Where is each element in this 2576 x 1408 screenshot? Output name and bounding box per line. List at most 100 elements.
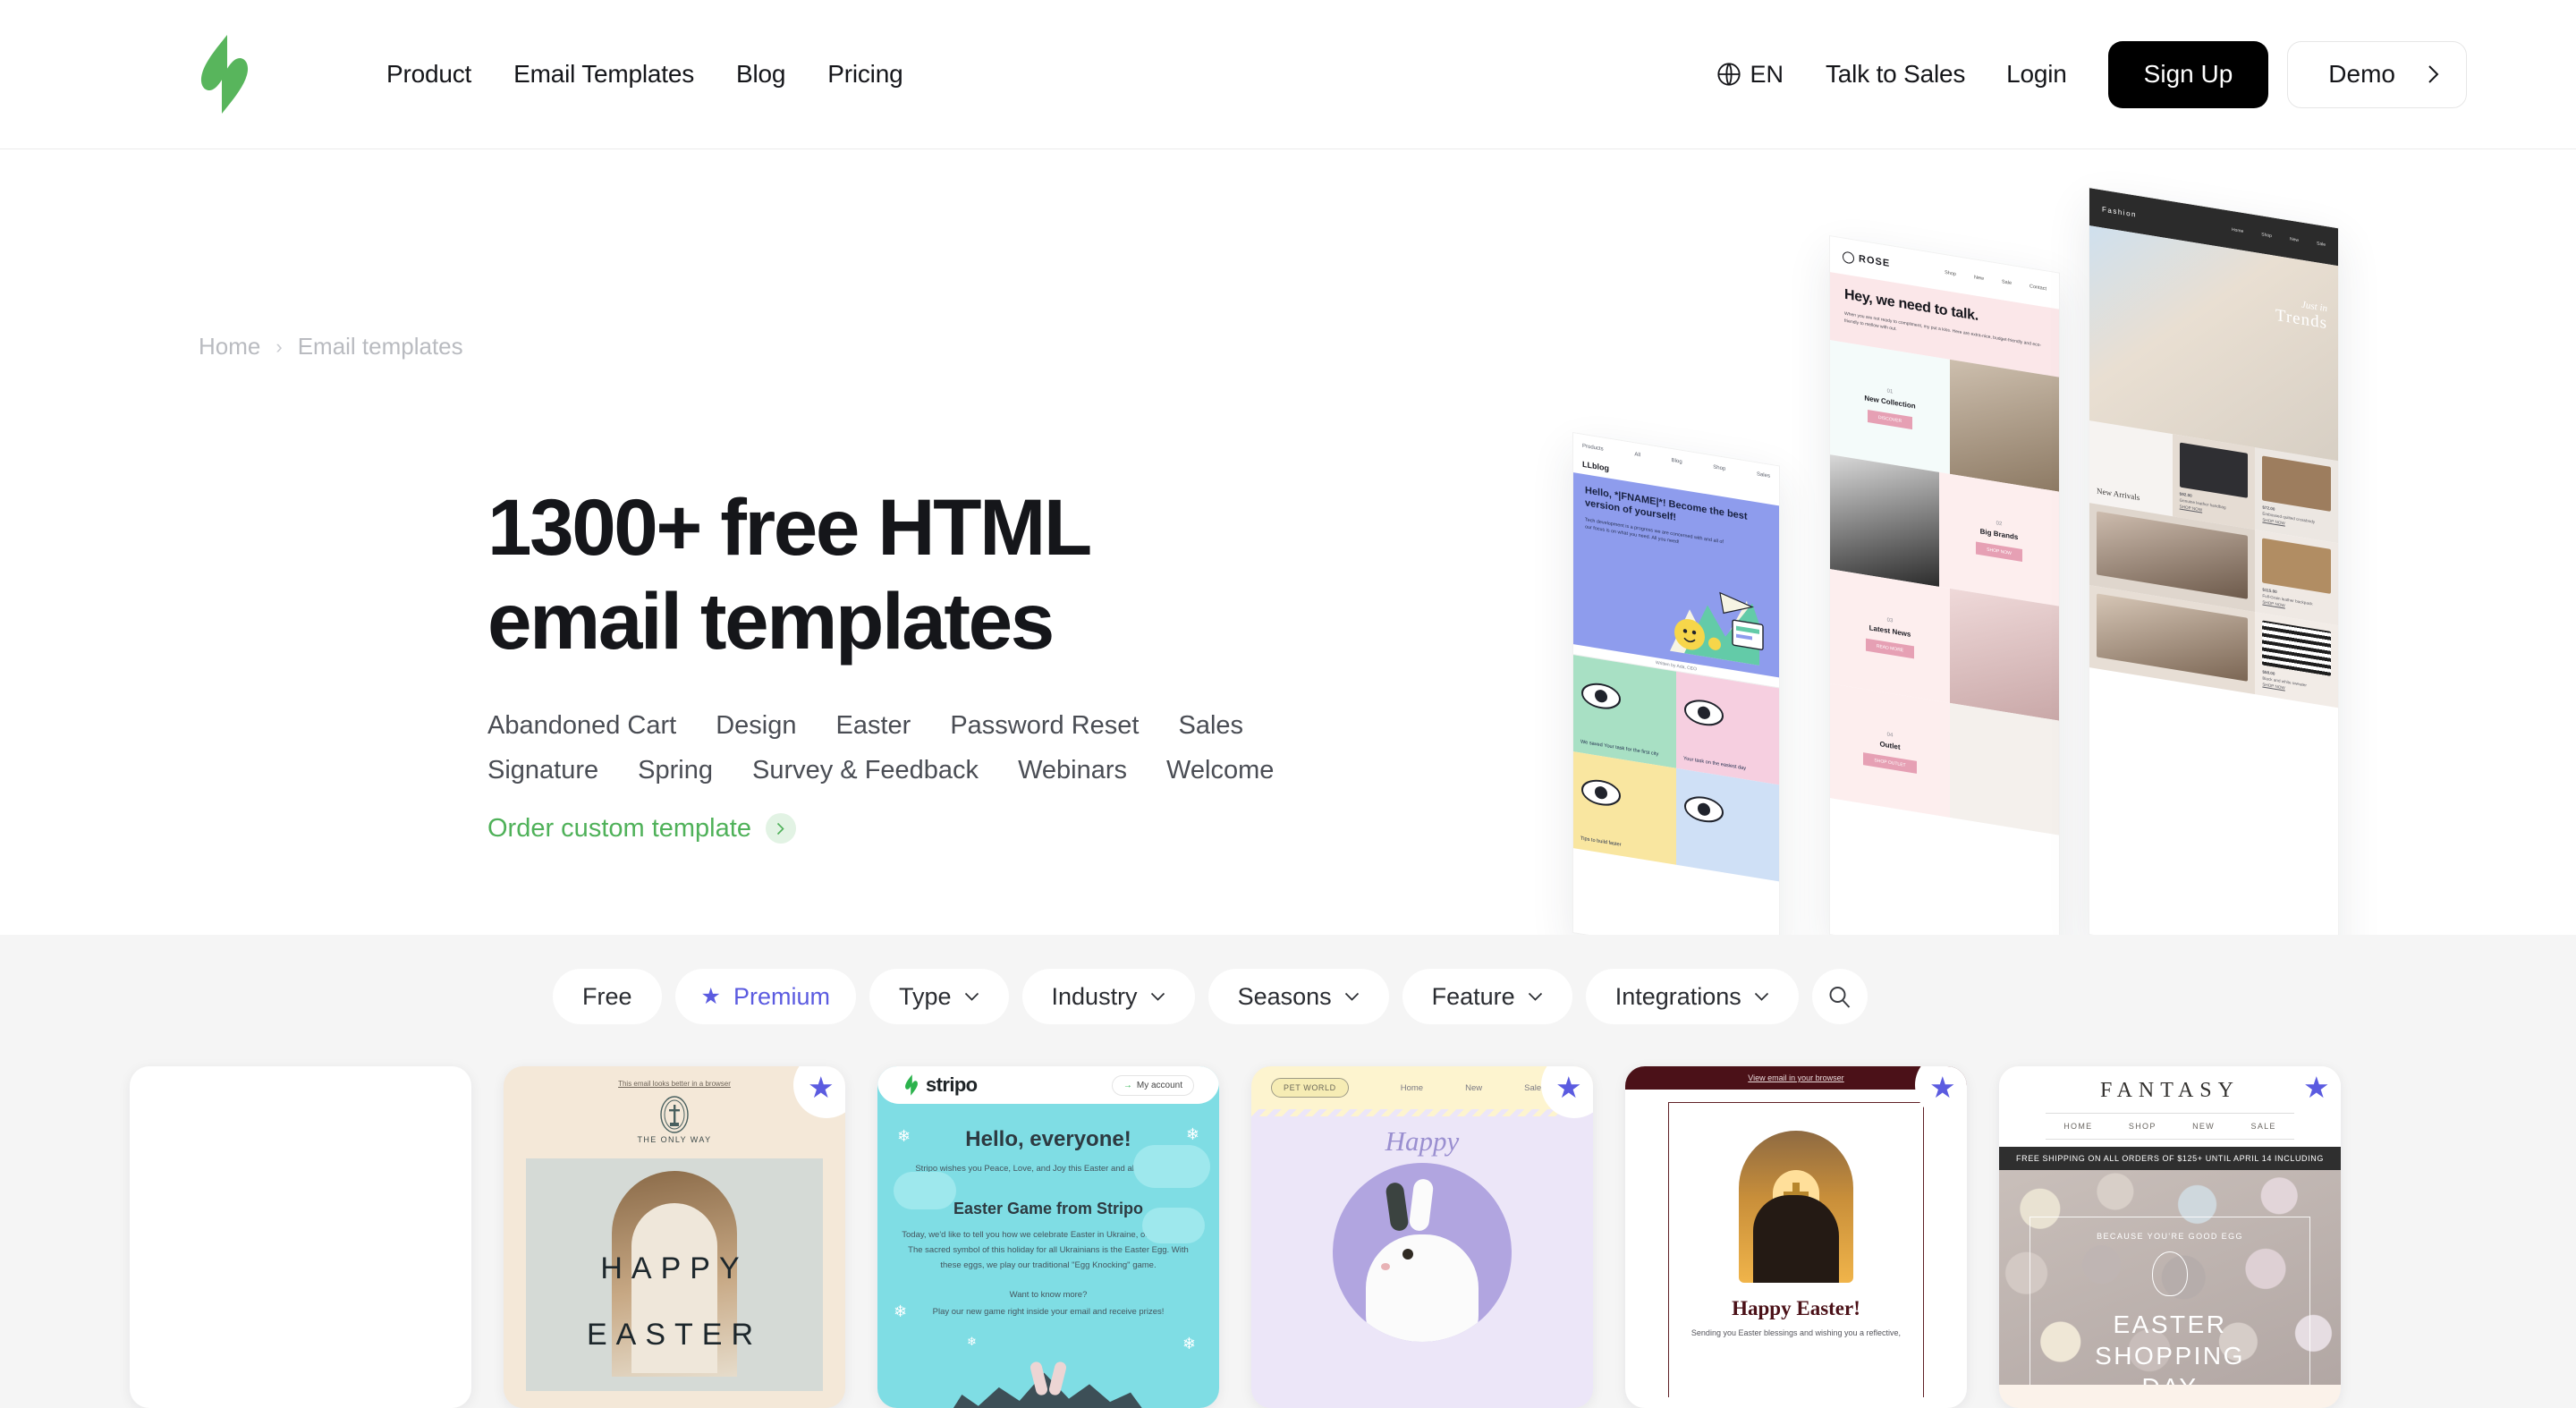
demo-button[interactable]: Demo (2287, 40, 2467, 108)
hero-tag-design[interactable]: Design (716, 711, 796, 741)
mock3-product-1-cta: SHOP NOW (2262, 517, 2285, 526)
sign-up-button[interactable]: Sign Up (2107, 40, 2269, 108)
mock1-body: Tech development is a progress we are co… (1585, 516, 1724, 545)
template-card[interactable]: ★ PET WORLD Home New Sale Happy (1251, 1066, 1593, 1408)
mock3-headline-big: Trends (2275, 305, 2327, 334)
mock3-product-2: $115.00 Full-Grain leather backpack SHOP… (2255, 530, 2338, 626)
card5-body: Sending you Easter blessings and wishing… (1690, 1328, 1902, 1337)
hero-tag-list: Abandoned Cart Design Easter Password Re… (487, 711, 1319, 785)
mock2-headline: Hey, we need to talk. (1844, 286, 1979, 325)
talk-to-sales-link[interactable]: Talk to Sales (1826, 60, 1965, 89)
template-card[interactable]: ★ FANTASY HOME SHOP NEW SALE FREE SHIPPI… (1999, 1066, 2341, 1408)
mock3-product-0-desc: Genuine leather handbag (2179, 497, 2226, 511)
easter-egg-icon (2152, 1251, 2188, 1296)
premium-badge: ★ (793, 1066, 845, 1118)
eye-icon (1581, 683, 1621, 709)
card4-brand: PET WORLD (1271, 1078, 1349, 1098)
card6-title-2: SHOPPING (2095, 1342, 2245, 1370)
order-custom-template-link[interactable]: Order custom template (487, 813, 796, 844)
filter-integrations[interactable]: Integrations (1585, 969, 1799, 1024)
hero-tag-sales[interactable]: Sales (1178, 711, 1243, 741)
language-switcher[interactable]: EN (1716, 61, 1784, 89)
hero-tag-welcome[interactable]: Welcome (1166, 756, 1274, 785)
hero-tag-easter[interactable]: Easter (836, 711, 911, 741)
card6-title-1: EASTER (2113, 1310, 2227, 1338)
mock3-menu: Home Shop New Sale (2232, 227, 2326, 248)
account-arrow-icon: → (1123, 1080, 1132, 1090)
filter-free[interactable]: Free (553, 969, 662, 1024)
nav-item-blog[interactable]: Blog (736, 60, 785, 89)
nav-item-pricing[interactable]: Pricing (827, 60, 902, 89)
mock2-menu-2: Sale (2002, 279, 2012, 287)
mock3-menu-2: New (2289, 236, 2299, 244)
mock3-product-3-desc: Black and white sweater (2262, 675, 2307, 688)
hero-tag-webinars[interactable]: Webinars (1018, 756, 1127, 785)
mock2-row-3-image (1950, 702, 2059, 835)
filter-type[interactable]: Type (869, 969, 1009, 1024)
card5-hand-silhouette (1753, 1195, 1839, 1283)
mock1-illustration-icon (1670, 591, 1764, 666)
nav-item-product[interactable]: Product (386, 60, 471, 89)
card6-overlay: BECAUSE YOU'RE GOOD EGG EASTER SHOPPING … (2029, 1217, 2310, 1385)
snowflake-icon: ❄ (967, 1335, 977, 1348)
hero-tag-survey-feedback[interactable]: Survey & Feedback (752, 756, 979, 785)
mock1-headline: Hello, *|FNAME|*! Become the best versio… (1585, 485, 1748, 523)
breadcrumb-current: Email templates (297, 333, 463, 360)
mock1-cell-1-text: Your task on the easiest day (1683, 755, 1747, 772)
mock2-row-0-num: 01 (1886, 387, 1894, 395)
filter-feature[interactable]: Feature (1402, 969, 1572, 1024)
mock2-row-1-num: 02 (1996, 520, 2003, 527)
card4-bunny-photo (1333, 1163, 1512, 1342)
header-actions: EN Talk to Sales Login Sign Up Demo (1716, 40, 2537, 108)
mock1-hero: Hello, *|FNAME|*! Become the best versio… (1573, 472, 1779, 678)
mock1-menu-4: Sales (1756, 471, 1770, 479)
login-link[interactable]: Login (2006, 60, 2067, 89)
breadcrumb-home[interactable]: Home (199, 333, 260, 360)
mock3-product-3: $58.00 Black and white sweater SHOP NOW (2255, 612, 2338, 708)
template-card[interactable]: ★ This email looks better in a browser T… (504, 1066, 845, 1408)
mock3-hero-image: Just in Trends (2089, 225, 2338, 462)
card3-account-button: → My account (1111, 1074, 1194, 1096)
filter-seasons[interactable]: Seasons (1208, 969, 1389, 1024)
mock3-menu-3: Sale (2316, 241, 2326, 248)
hero-tag-password-reset[interactable]: Password Reset (950, 711, 1139, 741)
filter-premium[interactable]: ★ Premium (674, 969, 856, 1024)
mock2-row-1-image (1830, 454, 1939, 587)
mock2-row-3-title: Outlet (1879, 739, 1901, 751)
mock2-row-1: 02 Big Brands SHOP NOW (1830, 454, 2059, 606)
search-button[interactable] (1811, 969, 1868, 1024)
mock2-row-0-button: DISCOVER (1867, 409, 1913, 429)
mock3-product-2-cta: SHOP NOW (2262, 599, 2285, 608)
card4-zigzag-divider (1251, 1109, 1593, 1116)
mock2-nav: ROSE Shop New Sale Contact (1830, 236, 2059, 310)
nav-item-email-templates[interactable]: Email Templates (513, 60, 694, 89)
hero-mockup-blog-purple: Products All Blog Shop Sales LLblog Hell… (1572, 432, 1780, 935)
mock3-menu-0: Home (2231, 226, 2244, 235)
primary-nav: Product Email Templates Blog Pricing (386, 60, 903, 89)
chevron-right-icon (2428, 65, 2439, 83)
hero-tag-signature[interactable]: Signature (487, 756, 598, 785)
card6-eggs-photo: BECAUSE YOU'RE GOOD EGG EASTER SHOPPING … (1999, 1170, 2341, 1385)
hero-tag-spring[interactable]: Spring (638, 756, 713, 785)
hero-title-line-1: 1300+ free HTML (487, 482, 1092, 572)
mock3-product-0-price: $92.00 (2179, 491, 2192, 499)
card3-brand: stripo (902, 1073, 978, 1097)
template-card[interactable]: ❄ ❄ ❄ ❄ ❄ stripo → My account Hello, eve… (877, 1066, 1219, 1408)
eye-icon (1684, 700, 1724, 726)
stripo-logo-icon[interactable] (199, 34, 250, 115)
mock1-menu-2: Blog (1671, 457, 1682, 465)
mock1-strip: Written by Ada, CEO (1573, 644, 1779, 689)
filter-integrations-label: Integrations (1614, 982, 1741, 1010)
template-card[interactable]: ★ View email in your browser Happy Easte… (1625, 1066, 1967, 1408)
hero-tag-abandoned-cart[interactable]: Abandoned Cart (487, 711, 676, 741)
mock1-cell-1: Your task on the easiest day (1676, 671, 1779, 785)
filter-type-label: Type (898, 982, 952, 1010)
mock3-brand: Fashion (2102, 204, 2137, 219)
hero-title-line-2: email templates (487, 576, 1055, 666)
mock1-grid: We saved Your task for the first city Yo… (1573, 655, 1779, 882)
mock3-product-1-price: $72.00 (2262, 505, 2275, 513)
template-card[interactable] (130, 1066, 471, 1408)
chevron-down-icon (1528, 992, 1542, 1001)
mock2-brand-label: ROSE (1859, 253, 1891, 270)
filter-industry[interactable]: Industry (1021, 969, 1195, 1024)
